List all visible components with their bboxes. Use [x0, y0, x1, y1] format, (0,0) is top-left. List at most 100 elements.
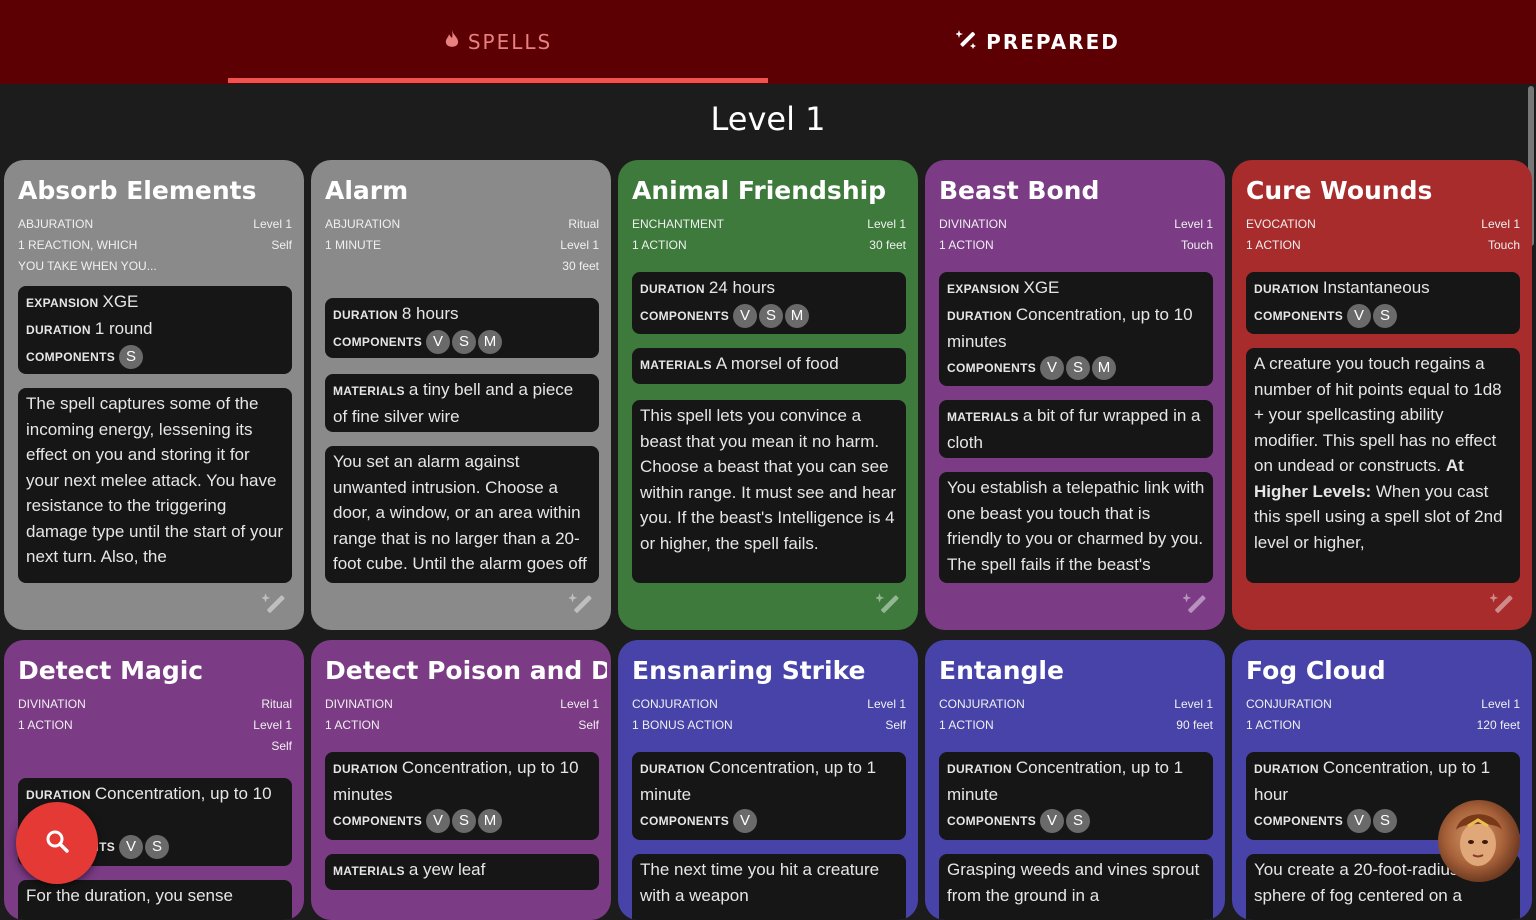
spell-casting-time: 1 MINUTE	[325, 238, 382, 252]
spell-school: CONJURATION	[632, 697, 718, 711]
magic-wand-icon[interactable]	[1488, 592, 1516, 618]
duration-label: DURATION	[1254, 762, 1319, 776]
spell-casting-time: 1 BONUS ACTION	[632, 718, 733, 732]
spell-title: Fog Cloud	[1246, 656, 1386, 685]
spell-details-box: DURATION Concentration, up to 1 minute CO…	[632, 752, 906, 840]
spell-ritual: Ritual	[261, 697, 292, 711]
duration-label: DURATION	[640, 762, 705, 776]
spell-title: Alarm	[325, 176, 409, 205]
spell-level: Level 1	[867, 697, 906, 711]
character-avatar[interactable]	[1438, 800, 1520, 882]
spell-card-entangle[interactable]: Entangle CONJURATION 1 ACTION Level 1 90…	[925, 640, 1225, 920]
spell-card-detect-poison-and-disease[interactable]: Detect Poison and Disease DIVINATION 1 A…	[311, 640, 611, 920]
tab-spells[interactable]: SPELLS	[228, 0, 768, 84]
component-badge: M	[478, 808, 503, 833]
components-label: COMPONENTS	[640, 309, 730, 323]
tab-spells-label: SPELLS	[467, 30, 553, 54]
materials-value: A morsel of food	[715, 354, 839, 373]
component-badge: V	[733, 808, 758, 833]
spell-card-beast-bond[interactable]: Beast Bond DIVINATION 1 ACTION Level 1 T…	[925, 160, 1225, 630]
component-badge: S	[1373, 808, 1398, 833]
spell-card-animal-friendship[interactable]: Animal Friendship ENCHANTMENT 1 ACTION L…	[618, 160, 918, 630]
search-button[interactable]	[16, 802, 98, 884]
spell-materials-box: MATERIALS a bit of fur wrapped in a cloth	[939, 400, 1213, 458]
spell-card-ensnaring-strike[interactable]: Ensnaring Strike CONJURATION 1 BONUS ACT…	[618, 640, 918, 920]
magic-wand-icon[interactable]	[567, 592, 595, 618]
tab-prepared-label: PREPARED	[986, 30, 1120, 54]
spell-details-box: DURATIONConcentration, up to 10 minutes …	[325, 752, 599, 840]
spell-description: A creature you touch regains a number of…	[1246, 348, 1520, 583]
spell-level: Level 1	[560, 697, 599, 711]
duration-value: 24 hours	[708, 278, 776, 297]
component-badge: V	[119, 834, 144, 859]
components-label: COMPONENTS	[640, 814, 730, 828]
component-badge: V	[426, 329, 451, 354]
spell-range: 30 feet	[869, 238, 906, 252]
spell-title: Ensnaring Strike	[632, 656, 866, 685]
spell-range: Self	[578, 718, 599, 732]
materials-label: MATERIALS	[947, 410, 1019, 424]
spell-card-absorb-elements[interactable]: Absorb Elements ABJURATION 1 REACTION, W…	[4, 160, 304, 630]
spell-card-cure-wounds[interactable]: Cure Wounds EVOCATION 1 ACTION Level 1 T…	[1232, 160, 1532, 630]
duration-label: DURATION	[947, 309, 1012, 323]
spell-school: ABJURATION	[325, 217, 401, 231]
spell-school: CONJURATION	[1246, 697, 1332, 711]
spell-description: For the duration, you sense	[18, 880, 292, 920]
magic-wand-icon[interactable]	[1181, 592, 1209, 618]
spell-description: You set an alarm against unwanted intrus…	[325, 446, 599, 583]
tab-prepared[interactable]: PREPARED	[768, 0, 1308, 84]
spell-range: Self	[271, 238, 292, 252]
component-badge: V	[1040, 355, 1065, 380]
search-icon	[44, 828, 70, 859]
spell-title: Detect Poison and Disease	[325, 656, 607, 685]
duration-value: Instantaneous	[1322, 278, 1430, 297]
materials-value: a yew leaf	[408, 860, 486, 879]
spell-range: Touch	[1487, 238, 1520, 252]
spell-level: Level 1	[560, 238, 599, 252]
duration-label: DURATION	[640, 282, 705, 296]
component-badge: V	[1040, 808, 1065, 833]
component-badge: M	[785, 303, 810, 328]
component-badge: S	[452, 808, 477, 833]
spell-level: Level 1	[253, 217, 292, 231]
character-portrait-icon	[1456, 814, 1502, 866]
spell-description: This spell lets you convince a beast tha…	[632, 400, 906, 583]
component-badge: S	[1373, 303, 1398, 328]
spell-description: The next time you hit a creature with a …	[632, 854, 906, 920]
materials-label: MATERIALS	[333, 864, 405, 878]
expansion-value: XGE	[102, 292, 139, 311]
spell-details-box: DURATION 24 hours COMPONENTS V S M	[632, 272, 906, 334]
magic-wand-icon[interactable]	[260, 592, 288, 618]
spell-title: Detect Magic	[18, 656, 204, 685]
spell-details-box: EXPANSION XGE DURATION 1 round COMPONENTS S	[18, 286, 292, 374]
spell-range: 120 feet	[1476, 718, 1520, 732]
spell-details-box: EXPANSION XGE DURATION Concentration, up t…	[939, 272, 1213, 386]
magic-wand-icon	[955, 29, 978, 56]
component-badge: S	[1066, 355, 1091, 380]
components-label: COMPONENTS	[1254, 309, 1344, 323]
magic-wand-icon[interactable]	[874, 592, 902, 618]
spell-materials-box: MATERIALS a yew leaf	[325, 854, 599, 890]
duration-value: 8 hours	[401, 304, 459, 323]
spell-level: Level 1	[1174, 217, 1213, 231]
components-label: COMPONENTS	[26, 350, 116, 364]
component-badge: V	[1347, 303, 1372, 328]
spell-details-box: DURATION Concentration, up to 1 minute CO…	[939, 752, 1213, 840]
spell-casting-time: 1 ACTION	[18, 718, 73, 732]
materials-label: MATERIALS	[640, 358, 712, 372]
spell-school: ABJURATION	[18, 217, 94, 231]
spell-school: CONJURATION	[939, 697, 1025, 711]
spell-card-alarm[interactable]: Alarm ABJURATION 1 MINUTE Ritual Level 1…	[311, 160, 611, 630]
component-badge: S	[119, 344, 144, 369]
spell-title: Entangle	[939, 656, 1064, 685]
spell-level: Level 1	[1481, 217, 1520, 231]
component-badge: M	[1092, 355, 1117, 380]
spell-school: DIVINATION	[18, 697, 86, 711]
spell-range: Touch	[1180, 238, 1213, 252]
spell-range: Self	[271, 739, 292, 753]
duration-value: 1 round	[94, 319, 153, 338]
components-label: COMPONENTS	[947, 814, 1037, 828]
spell-title: Animal Friendship	[632, 176, 887, 205]
spell-school: EVOCATION	[1246, 217, 1316, 231]
component-badge: S	[452, 329, 477, 354]
